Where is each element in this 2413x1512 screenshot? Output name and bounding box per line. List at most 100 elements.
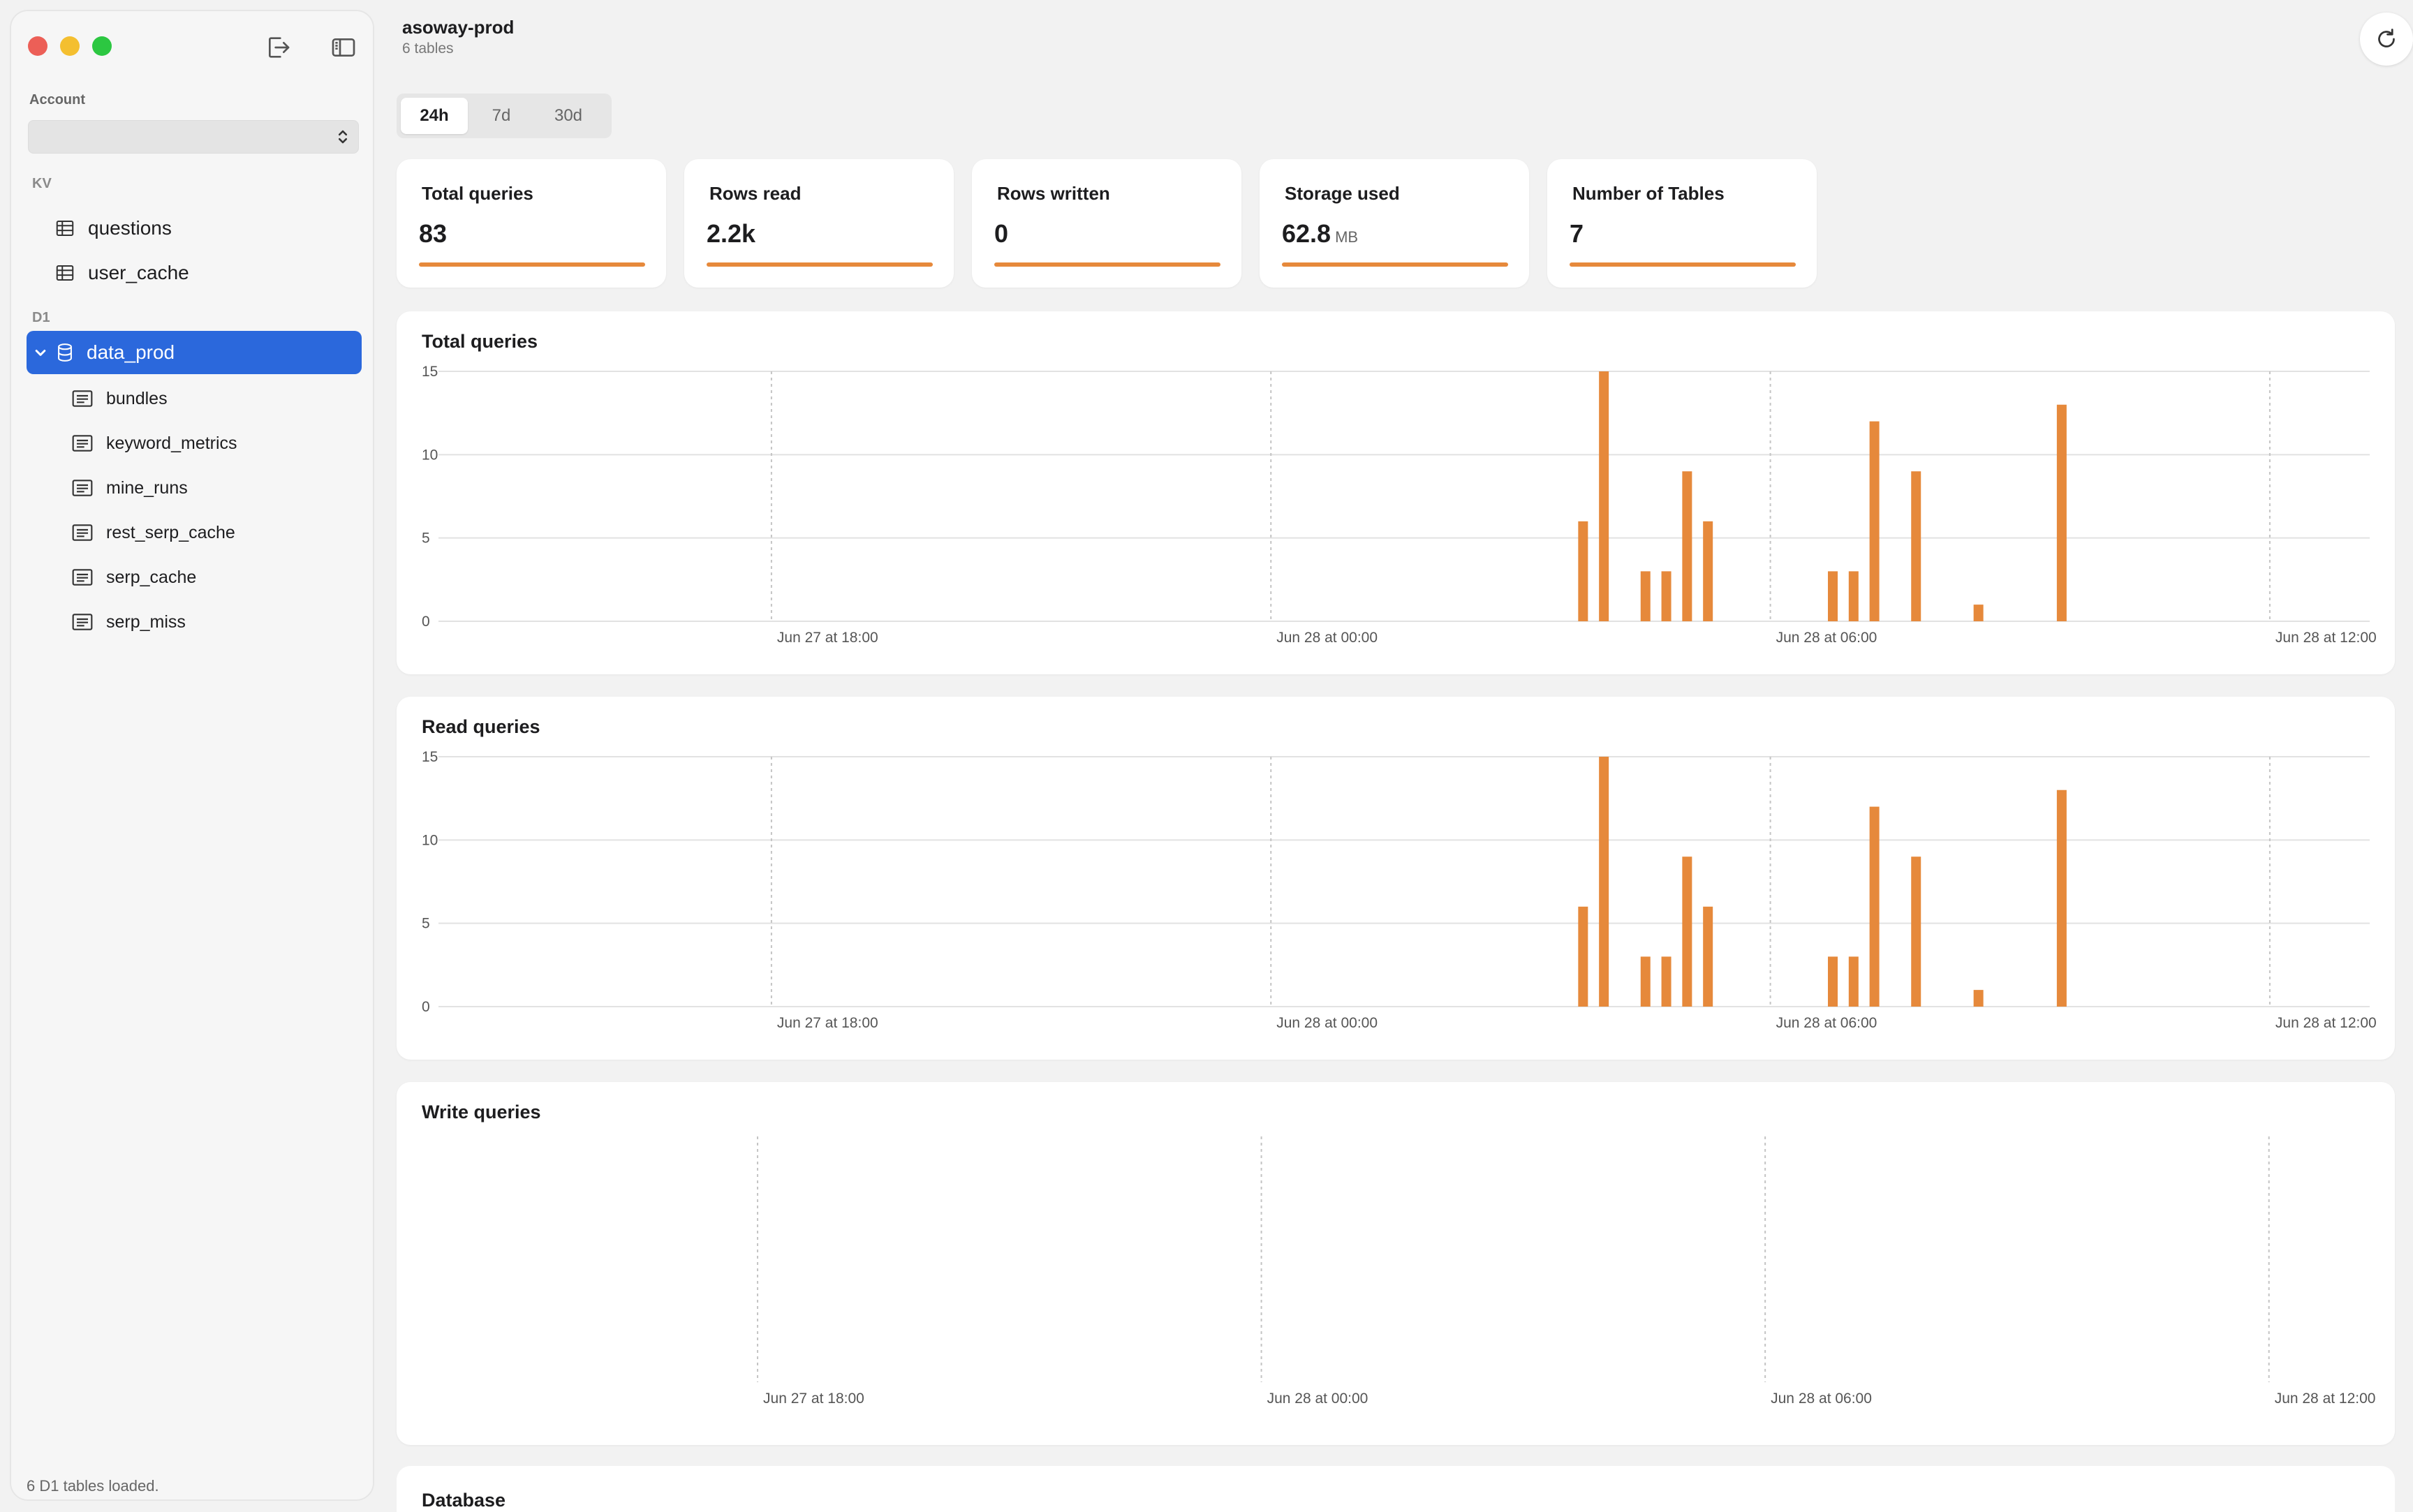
chart-bar — [1973, 605, 1984, 621]
y-tick-label: 15 — [422, 364, 438, 380]
table-label: bundles — [106, 388, 168, 408]
stat-number: 0 — [994, 219, 1009, 248]
table-label: mine_runs — [106, 477, 188, 498]
table-label: serp_miss — [106, 612, 186, 632]
chart-card-read-queries: 0 5 10 15 Jun 27 at 18:00 Jun 28 at 00:00 Jun … — [397, 697, 2395, 1060]
sidebar-table-serp-miss[interactable]: serp_miss — [71, 605, 186, 639]
list-table-icon — [72, 390, 93, 407]
y-tick-label: 0 — [422, 999, 430, 1015]
chevron-down-icon[interactable] — [34, 346, 47, 360]
stat-card-total-queries: Total queries 83 — [397, 159, 666, 288]
chart-bar — [1828, 571, 1838, 621]
x-tick-label: Jun 28 at 12:00 — [2275, 630, 2377, 646]
stat-accent-bar — [419, 262, 645, 267]
page-title: asoway-prod — [402, 17, 515, 38]
sidebar-table-bundles[interactable]: bundles — [71, 381, 168, 416]
stat-accent-bar — [994, 262, 1220, 267]
stat-accent-bar — [1282, 262, 1508, 267]
stat-label: Total queries — [422, 183, 533, 204]
sidebar-item-database[interactable]: data_prod — [27, 331, 362, 374]
stat-value: 0 — [994, 219, 1012, 249]
kv-item-user-cache[interactable]: user_cache — [54, 255, 189, 290]
chart-bar — [1578, 906, 1588, 1007]
page-subtitle: 6 tables — [402, 40, 454, 57]
x-tick-label: Jun 27 at 18:00 — [763, 1391, 864, 1407]
chart-bar — [2056, 404, 2067, 621]
stat-label: Rows written — [997, 183, 1110, 204]
y-tick-label: 10 — [422, 832, 438, 848]
database-icon — [58, 343, 72, 362]
chart-bar — [1828, 956, 1838, 1007]
chart-bar — [1682, 857, 1692, 1007]
stat-number: 2.2k — [707, 219, 756, 248]
database-section-title: Database — [422, 1490, 506, 1511]
sidebar-table-serp-cache[interactable]: serp_cache — [71, 560, 196, 595]
x-tick-label: Jun 28 at 00:00 — [1267, 1391, 1368, 1407]
chart-bar — [1640, 956, 1651, 1007]
chart-bar — [1911, 857, 1921, 1007]
chart-bar — [1869, 806, 1880, 1007]
table-label: keyword_metrics — [106, 433, 237, 453]
chart-title: Read queries — [422, 716, 540, 737]
account-select[interactable] — [28, 120, 359, 154]
sidebar-toggle-icon[interactable] — [328, 34, 359, 61]
kv-item-questions[interactable]: questions — [54, 211, 172, 246]
kv-item-label: user_cache — [88, 262, 189, 283]
chart-bar — [1599, 757, 1609, 1007]
stat-card-rows-written: Rows written 0 — [972, 159, 1241, 288]
y-tick-label: 10 — [422, 447, 438, 463]
chart-title: Write queries — [422, 1102, 541, 1122]
stat-value: 83 — [419, 219, 451, 249]
chart-bar — [1973, 990, 1984, 1007]
write-queries-chart: Jun 27 at 18:00 Jun 28 at 00:00 Jun 28 at … — [757, 1136, 2376, 1407]
y-tick-label: 15 — [422, 749, 438, 765]
stat-label: Rows read — [709, 183, 802, 204]
x-tick-label: Jun 28 at 06:00 — [1776, 630, 1877, 646]
x-tick-label: Jun 28 at 00:00 — [1276, 630, 1378, 646]
kv-section-label: KV — [32, 176, 52, 191]
chevron-updown-icon — [338, 130, 348, 144]
chart-title: Total queries — [422, 331, 538, 352]
list-table-icon — [72, 435, 93, 452]
y-tick-label: 0 — [422, 614, 430, 630]
y-tick-label: 5 — [422, 916, 430, 932]
list-table-icon — [72, 480, 93, 496]
range-24h-button[interactable]: 24h — [401, 98, 468, 134]
minimize-window-button[interactable] — [60, 36, 80, 56]
stat-card-number-of-tables: Number of Tables 7 — [1547, 159, 1817, 288]
table-label: serp_cache — [106, 567, 197, 587]
refresh-button[interactable] — [2360, 13, 2413, 66]
sidebar-table-rest-serp-cache[interactable]: rest_serp_cache — [71, 515, 235, 550]
stat-unit: MB — [1335, 228, 1359, 246]
table-label: rest_serp_cache — [106, 522, 235, 542]
stat-number: 83 — [419, 219, 448, 248]
chart-card-total-queries: 0 5 10 15 Jun 27 at 18:00 Jun 28 at 00:00 Jun … — [397, 311, 2395, 674]
x-tick-label: Jun 28 at 00:00 — [1276, 1015, 1378, 1031]
range-7d-button[interactable]: 7d — [468, 98, 535, 134]
stat-label: Number of Tables — [1572, 183, 1725, 204]
stat-value: 62.8 MB — [1282, 219, 1358, 249]
stat-value: 7 — [1570, 219, 1588, 249]
x-tick-label: Jun 28 at 12:00 — [2275, 1391, 2376, 1407]
sidebar-table-keyword-metrics[interactable]: keyword_metrics — [71, 426, 237, 461]
x-tick-label: Jun 28 at 12:00 — [2275, 1015, 2377, 1031]
range-30d-button[interactable]: 30d — [535, 98, 602, 134]
x-tick-label: Jun 28 at 06:00 — [1771, 1391, 1872, 1407]
zoom-window-button[interactable] — [92, 36, 112, 56]
account-label: Account — [29, 92, 85, 108]
chart-bar — [1640, 571, 1651, 621]
chart-bar — [1869, 421, 1880, 621]
chart-bar — [1599, 371, 1609, 621]
chart-bar — [1848, 571, 1859, 621]
y-tick-label: 5 — [422, 531, 430, 547]
chart-bar — [1703, 906, 1713, 1007]
d1-section-label: D1 — [32, 310, 50, 325]
list-table-icon — [72, 569, 93, 586]
sidebar-table-mine-runs[interactable]: mine_runs — [71, 470, 188, 505]
logout-icon[interactable] — [263, 34, 293, 61]
chart-bar — [1848, 956, 1859, 1007]
time-range-segmented-control: 24h 7d 30d — [397, 94, 612, 138]
total-queries-chart: 0 5 10 15 Jun 27 at 18:00 Jun 28 at 00:00 Jun … — [422, 364, 2377, 646]
list-table-icon — [72, 524, 93, 541]
close-window-button[interactable] — [28, 36, 47, 56]
